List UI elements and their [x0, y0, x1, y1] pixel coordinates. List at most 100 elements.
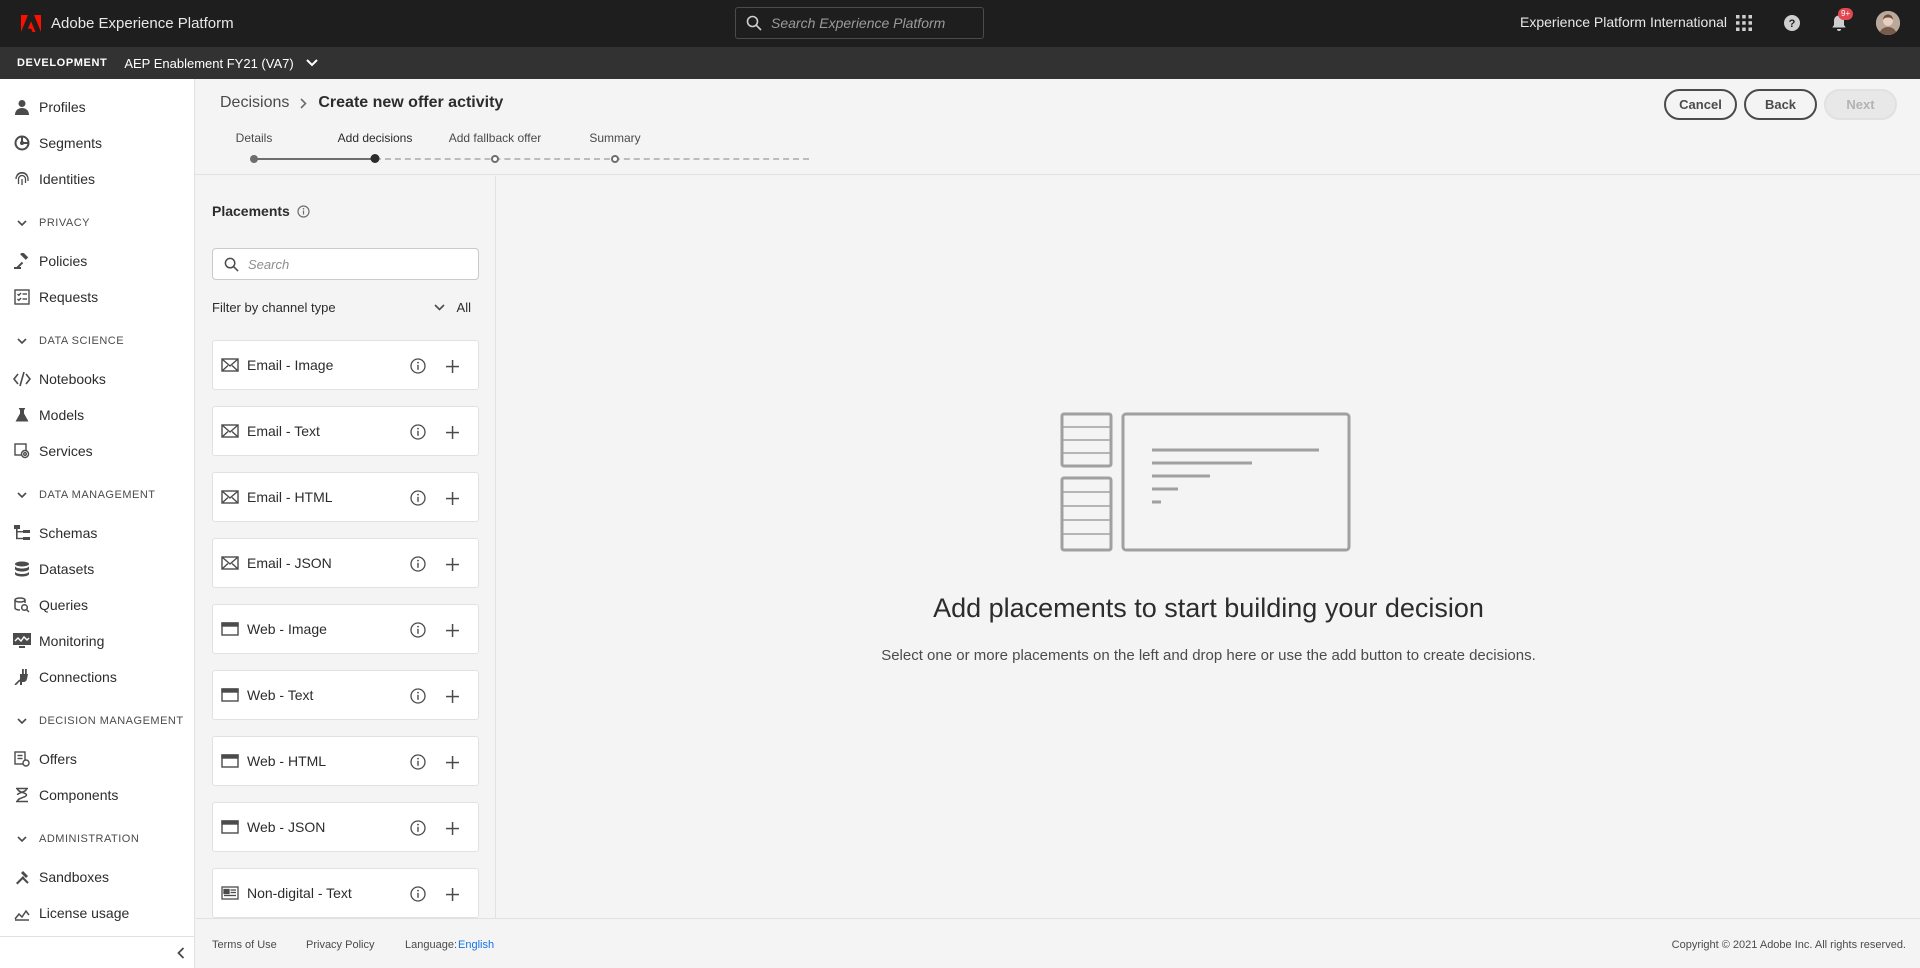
browser-window-icon — [221, 752, 239, 770]
step-dot-todo — [491, 155, 499, 163]
nav-item-datasets[interactable]: Datasets — [0, 554, 194, 584]
info-icon[interactable] — [408, 620, 428, 640]
nav-item-license-usage[interactable]: License usage — [0, 898, 194, 928]
nav-item-models[interactable]: Models — [0, 400, 194, 430]
add-icon[interactable] — [442, 818, 462, 838]
collapse-nav-button[interactable] — [0, 936, 195, 968]
nav-section-data-management[interactable]: DATA MANAGEMENT — [0, 485, 194, 505]
next-button[interactable]: Next — [1824, 89, 1897, 120]
nav-label: Requests — [39, 289, 99, 305]
add-icon[interactable] — [442, 620, 462, 640]
nav-label: Segments — [39, 135, 103, 151]
step-label-summary[interactable]: Summary — [589, 131, 640, 145]
nav-item-profiles[interactable]: Profiles — [0, 92, 194, 122]
org-switcher[interactable]: Experience Platform International — [1520, 14, 1727, 30]
info-icon[interactable] — [408, 818, 428, 838]
placement-card[interactable]: Web - Image — [212, 604, 479, 654]
nav-item-queries[interactable]: Queries — [0, 590, 194, 620]
placements-search[interactable] — [212, 248, 479, 280]
nav-item-notebooks[interactable]: Notebooks — [0, 364, 194, 394]
nav-item-policies[interactable]: Policies — [0, 246, 194, 276]
info-icon[interactable] — [408, 884, 428, 904]
channel-type-filter[interactable]: Filter by channel type All — [212, 297, 479, 317]
nav-section-administration[interactable]: ADMINISTRATION — [0, 829, 194, 849]
info-icon[interactable] — [297, 204, 310, 218]
info-icon[interactable] — [408, 554, 428, 574]
placement-card[interactable]: Web - HTML — [212, 736, 479, 786]
user-avatar[interactable] — [1876, 11, 1900, 35]
terms-link[interactable]: Terms of Use — [212, 939, 277, 951]
cancel-button[interactable]: Cancel — [1664, 89, 1737, 120]
nav-label: Services — [39, 443, 93, 459]
nav-section-decision-management[interactable]: DECISION MANAGEMENT — [0, 711, 194, 731]
page-header: Decisions Create new offer activity Canc… — [195, 79, 1920, 175]
decision-canvas[interactable]: Add placements to start building your de… — [497, 176, 1920, 918]
nav-item-requests[interactable]: Requests — [0, 282, 194, 312]
app-name[interactable]: Adobe Experience Platform — [51, 15, 234, 32]
global-search-input[interactable] — [771, 15, 971, 31]
nav-item-schemas[interactable]: Schemas — [0, 518, 194, 548]
add-icon[interactable] — [442, 686, 462, 706]
empty-state-illustration — [1060, 412, 1354, 561]
placement-card[interactable]: Web - JSON — [212, 802, 479, 852]
placement-card[interactable]: Email - JSON — [212, 538, 479, 588]
email-icon — [221, 554, 239, 572]
placement-card[interactable]: Email - HTML — [212, 472, 479, 522]
info-icon[interactable] — [408, 488, 428, 508]
language-link[interactable]: English — [458, 939, 494, 951]
sandbox-name[interactable]: AEP Enablement FY21 (VA7) — [124, 56, 293, 71]
placements-title: Placements — [212, 203, 310, 219]
placement-label: Web - JSON — [247, 819, 326, 835]
add-icon[interactable] — [442, 884, 462, 904]
add-icon[interactable] — [442, 488, 462, 508]
services-icon — [13, 442, 31, 460]
email-icon — [221, 422, 239, 440]
add-icon[interactable] — [442, 356, 462, 376]
add-icon[interactable] — [442, 422, 462, 442]
nav-section-privacy[interactable]: PRIVACY — [0, 213, 194, 233]
info-icon[interactable] — [408, 686, 428, 706]
nav-item-identities[interactable]: Identities — [0, 164, 194, 194]
info-icon[interactable] — [408, 356, 428, 376]
nav-item-components[interactable]: Components — [0, 780, 194, 810]
browser-window-icon — [221, 818, 239, 836]
nav-label: Profiles — [39, 99, 86, 115]
nav-item-services[interactable]: Services — [0, 436, 194, 466]
placement-label: Email - Image — [247, 357, 334, 373]
help-icon[interactable]: ? — [1780, 11, 1804, 35]
add-icon[interactable] — [442, 554, 462, 574]
placement-card[interactable]: Email - Image — [212, 340, 479, 390]
info-icon[interactable] — [408, 752, 428, 772]
global-search[interactable] — [735, 7, 984, 39]
placement-card[interactable]: Web - Text — [212, 670, 479, 720]
privacy-link[interactable]: Privacy Policy — [306, 939, 374, 951]
placements-search-input[interactable] — [248, 256, 468, 272]
add-icon[interactable] — [442, 752, 462, 772]
placement-card[interactable]: Non-digital - Text — [212, 868, 479, 918]
app-switcher-icon[interactable] — [1732, 11, 1756, 35]
nav-item-segments[interactable]: Segments — [0, 128, 194, 158]
email-icon — [221, 356, 239, 374]
chevron-down-icon[interactable] — [305, 54, 318, 72]
step-line-todo — [375, 158, 809, 160]
fingerprint-icon — [13, 170, 31, 188]
adobe-logo-icon[interactable] — [19, 12, 43, 36]
sandbox-bar: DEVELOPMENT AEP Enablement FY21 (VA7) — [0, 47, 1920, 79]
nav-section-data-science[interactable]: DATA SCIENCE — [0, 331, 194, 351]
placement-card[interactable]: Email - Text — [212, 406, 479, 456]
nav-item-offers[interactable]: Offers — [0, 744, 194, 774]
tools-icon — [13, 868, 31, 886]
filter-dropdown[interactable]: All — [433, 300, 471, 315]
step-label-add-fallback-offer[interactable]: Add fallback offer — [449, 131, 542, 145]
notifications-icon[interactable]: 9+ — [1827, 8, 1854, 35]
flask-icon — [13, 406, 31, 424]
nav-item-connections[interactable]: Connections — [0, 662, 194, 692]
breadcrumb-decisions[interactable]: Decisions — [220, 94, 289, 112]
nav-item-sandboxes[interactable]: Sandboxes — [0, 862, 194, 892]
back-button[interactable]: Back — [1744, 89, 1817, 120]
info-icon[interactable] — [408, 422, 428, 442]
segments-icon — [13, 134, 31, 152]
step-label-add-decisions[interactable]: Add decisions — [338, 131, 413, 145]
step-label-details[interactable]: Details — [236, 131, 273, 145]
nav-item-monitoring[interactable]: Monitoring — [0, 626, 194, 656]
